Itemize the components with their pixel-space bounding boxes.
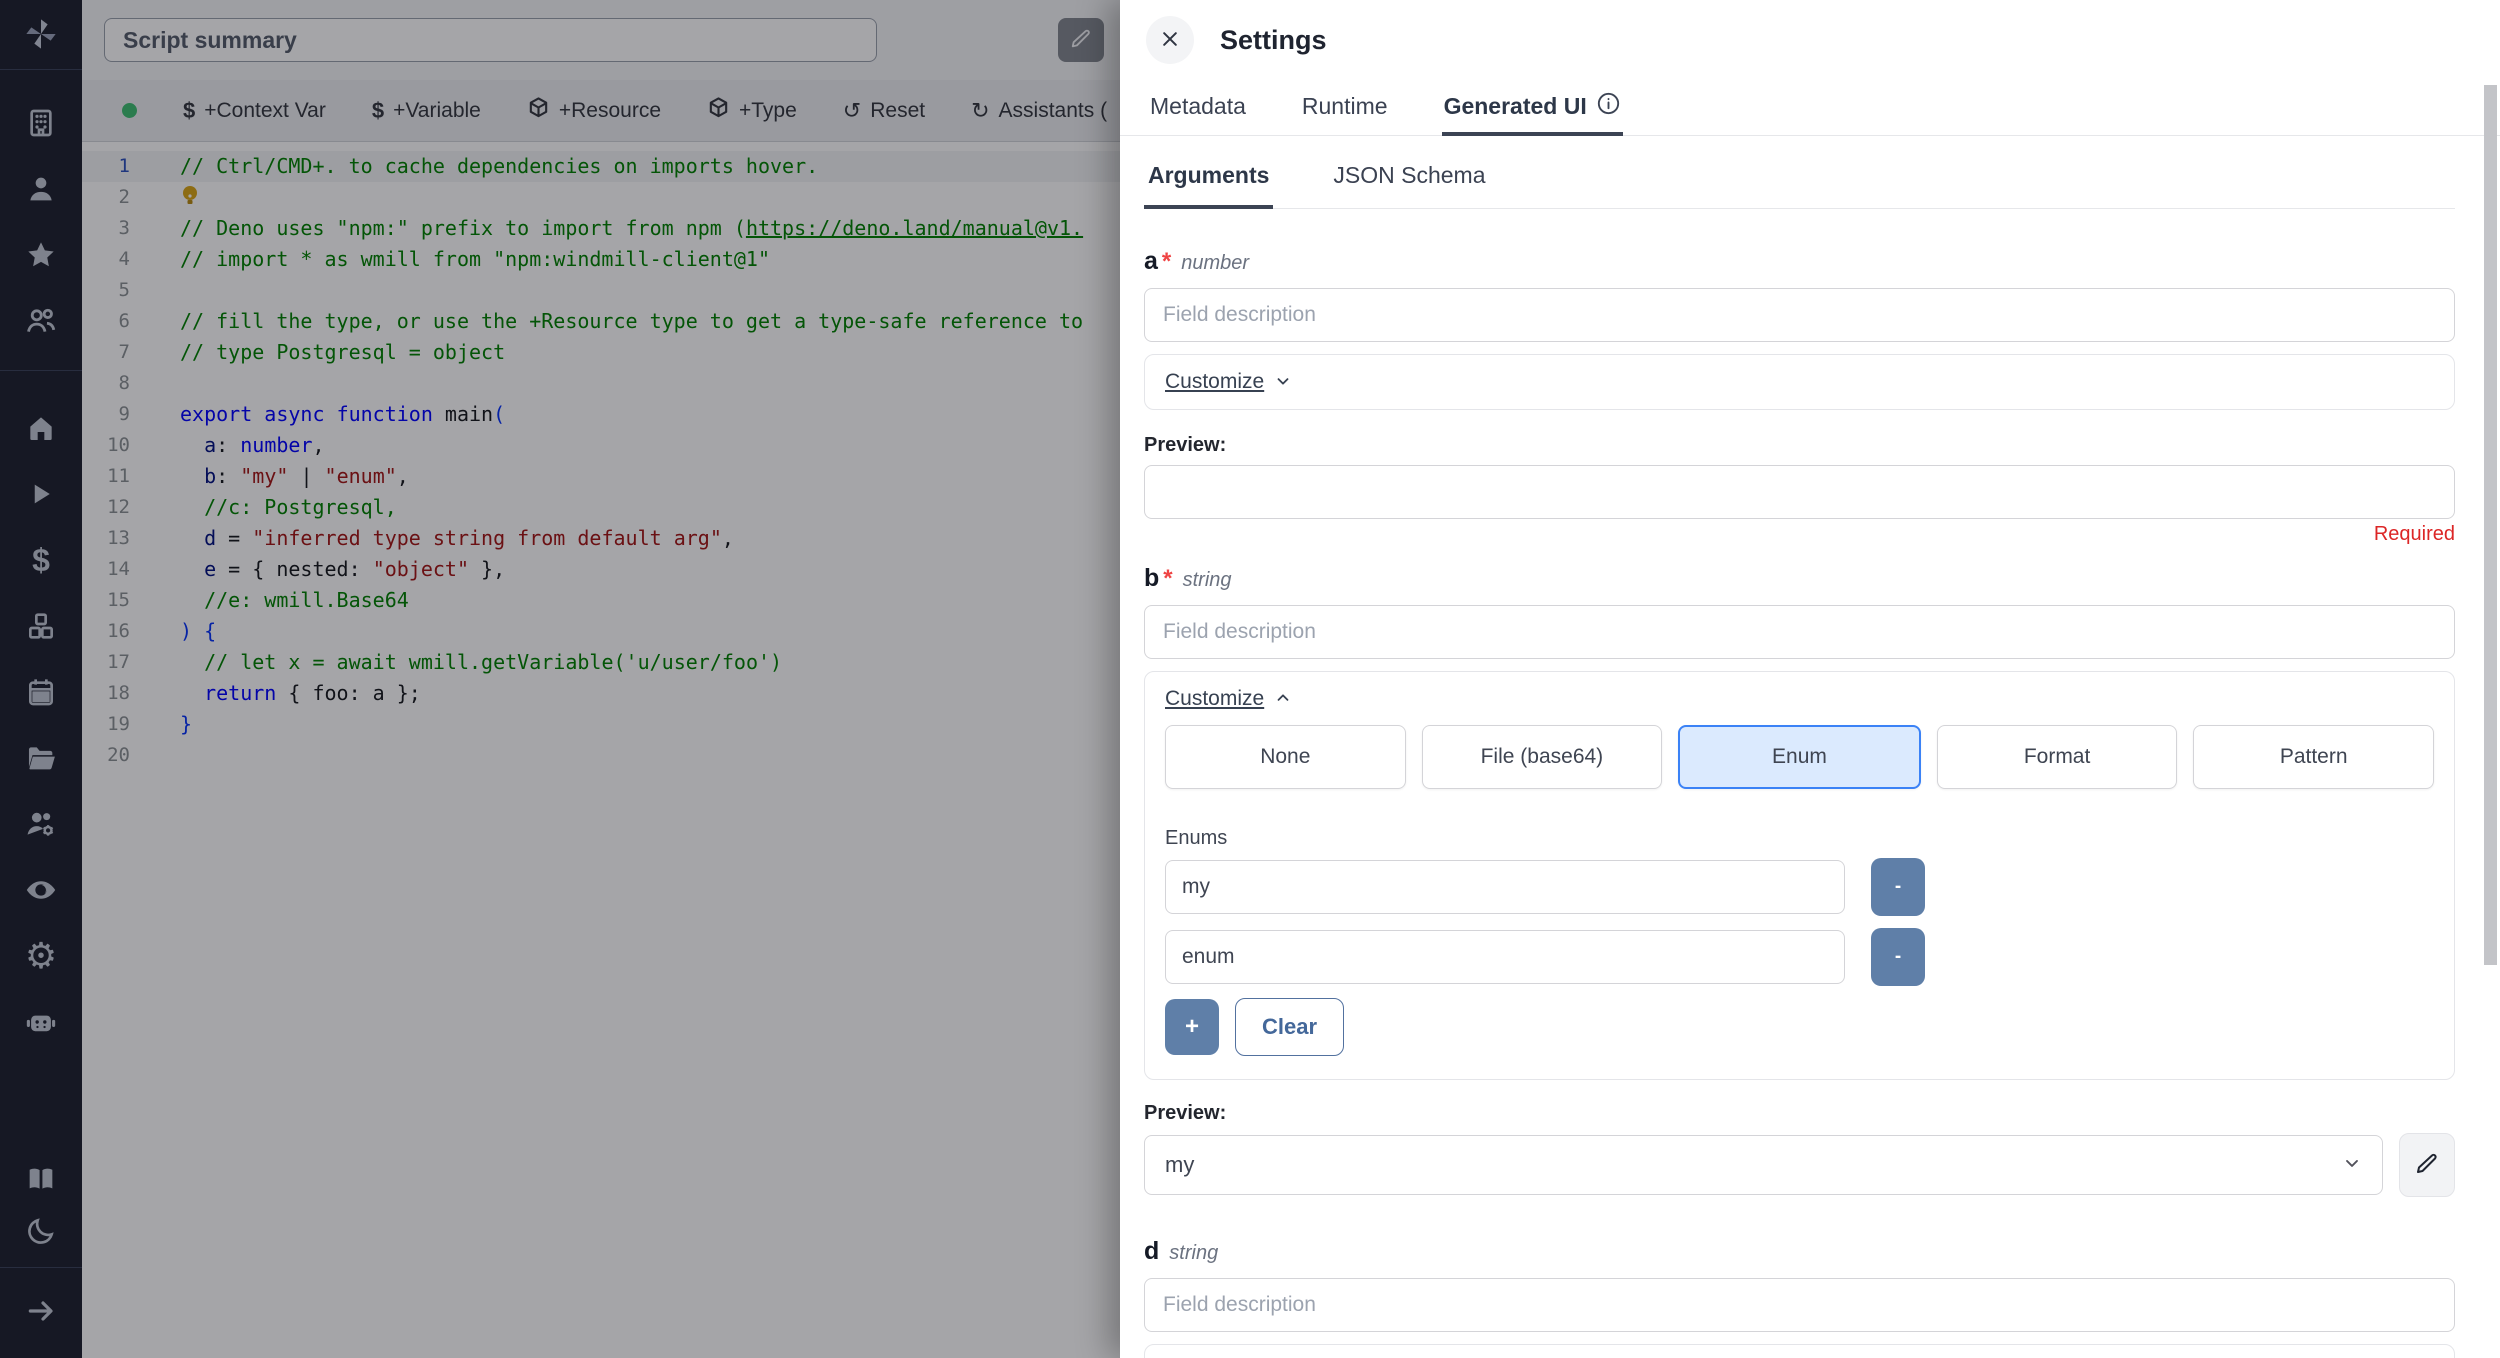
- field-a-customize-toggle[interactable]: Customize: [1165, 370, 1292, 394]
- tab-generated-ui[interactable]: Generated UI: [1441, 80, 1623, 136]
- field-a-preview-label: Preview:: [1144, 434, 1227, 456]
- subtab-json-schema[interactable]: JSON Schema: [1329, 162, 1489, 209]
- settings-title: Settings: [1220, 24, 1327, 55]
- field-d-description-input[interactable]: [1144, 1278, 2455, 1332]
- enum-rows: --: [1165, 858, 2434, 986]
- field-b-type: string: [1182, 569, 1232, 591]
- field-b-preview-label: Preview:: [1144, 1102, 1227, 1124]
- field-a-customize-box: Customize: [1144, 354, 2455, 410]
- field-d-name: d: [1144, 1237, 1160, 1265]
- settings-content: Arguments JSON Schema a * number Customiz…: [1120, 136, 2500, 1358]
- remove-enum-button[interactable]: -: [1871, 858, 1925, 916]
- field-d-type: string: [1169, 1242, 1219, 1264]
- info-icon[interactable]: [1596, 91, 1621, 122]
- settings-tabs: Metadata Runtime Generated UI: [1120, 80, 2500, 136]
- field-b-label: b * string: [1144, 564, 2455, 593]
- close-button[interactable]: [1146, 16, 1194, 64]
- field-b-required-asterisk: *: [1163, 565, 1173, 592]
- customize-option-enum[interactable]: Enum: [1678, 725, 1921, 789]
- close-icon: [1160, 29, 1180, 52]
- tab-runtime[interactable]: Runtime: [1300, 80, 1390, 136]
- field-b-name: b: [1144, 564, 1160, 592]
- chevron-up-icon: [1274, 689, 1292, 710]
- chevron-down-icon: [1274, 372, 1292, 393]
- customize-option-pattern[interactable]: Pattern: [2193, 725, 2434, 789]
- enum-row: -: [1165, 928, 2434, 986]
- field-b-customize-toggle[interactable]: Customize: [1165, 687, 1292, 711]
- generated-ui-subtabs: Arguments JSON Schema: [1144, 136, 2455, 209]
- field-a-type: number: [1181, 252, 1250, 274]
- chevron-down-icon: [2342, 1153, 2362, 1178]
- field-a-required-error: Required: [2373, 523, 2455, 545]
- remove-enum-button[interactable]: -: [1871, 928, 1925, 986]
- enum-actions: + Clear: [1165, 998, 2434, 1064]
- field-a-description-input[interactable]: [1144, 288, 2455, 342]
- field-a-name: a: [1144, 247, 1158, 275]
- edit-preview-button[interactable]: [2399, 1133, 2455, 1197]
- customize-option-none[interactable]: None: [1165, 725, 1406, 789]
- field-b-preview-select[interactable]: my: [1144, 1135, 2383, 1195]
- enums-label: Enums: [1165, 827, 1228, 849]
- drawer-backdrop[interactable]: [0, 0, 1120, 1358]
- panel-scrollbar[interactable]: [2484, 85, 2497, 965]
- field-b-description-input[interactable]: [1144, 605, 2455, 659]
- field-b-preview-row: my: [1144, 1133, 2455, 1197]
- tab-metadata[interactable]: Metadata: [1148, 80, 1248, 136]
- field-d-customize-box: Customize: [1144, 1344, 2455, 1358]
- field-a-required-asterisk: *: [1161, 248, 1172, 275]
- field-b-customize-options: None File (base64) Enum Format Pattern: [1165, 725, 2434, 789]
- settings-header: Settings: [1120, 0, 2500, 80]
- enum-value-input[interactable]: [1165, 930, 1845, 984]
- field-a-preview-input[interactable]: [1144, 465, 2455, 519]
- field-a-label: a * number: [1144, 247, 2455, 276]
- enum-row: -: [1165, 858, 2434, 916]
- field-d-label: d string: [1144, 1237, 2455, 1266]
- windmill-script-editor: $ ⚙ Script summary $ +Context Var $ +Var…: [0, 0, 2500, 1358]
- clear-enums-button[interactable]: Clear: [1235, 998, 1345, 1056]
- add-enum-button[interactable]: +: [1165, 999, 1219, 1055]
- enum-value-input[interactable]: [1165, 860, 1845, 914]
- pencil-icon: [2415, 1152, 2439, 1179]
- customize-option-file-base64[interactable]: File (base64): [1421, 725, 1663, 789]
- customize-option-format[interactable]: Format: [1936, 725, 2178, 789]
- settings-drawer: Settings Metadata Runtime Generated UI Arg…: [1120, 0, 2500, 1358]
- subtab-arguments[interactable]: Arguments: [1144, 162, 1274, 209]
- field-b-customize-box: Customize None File (base64) Enum Format Pat…: [1144, 671, 2455, 1080]
